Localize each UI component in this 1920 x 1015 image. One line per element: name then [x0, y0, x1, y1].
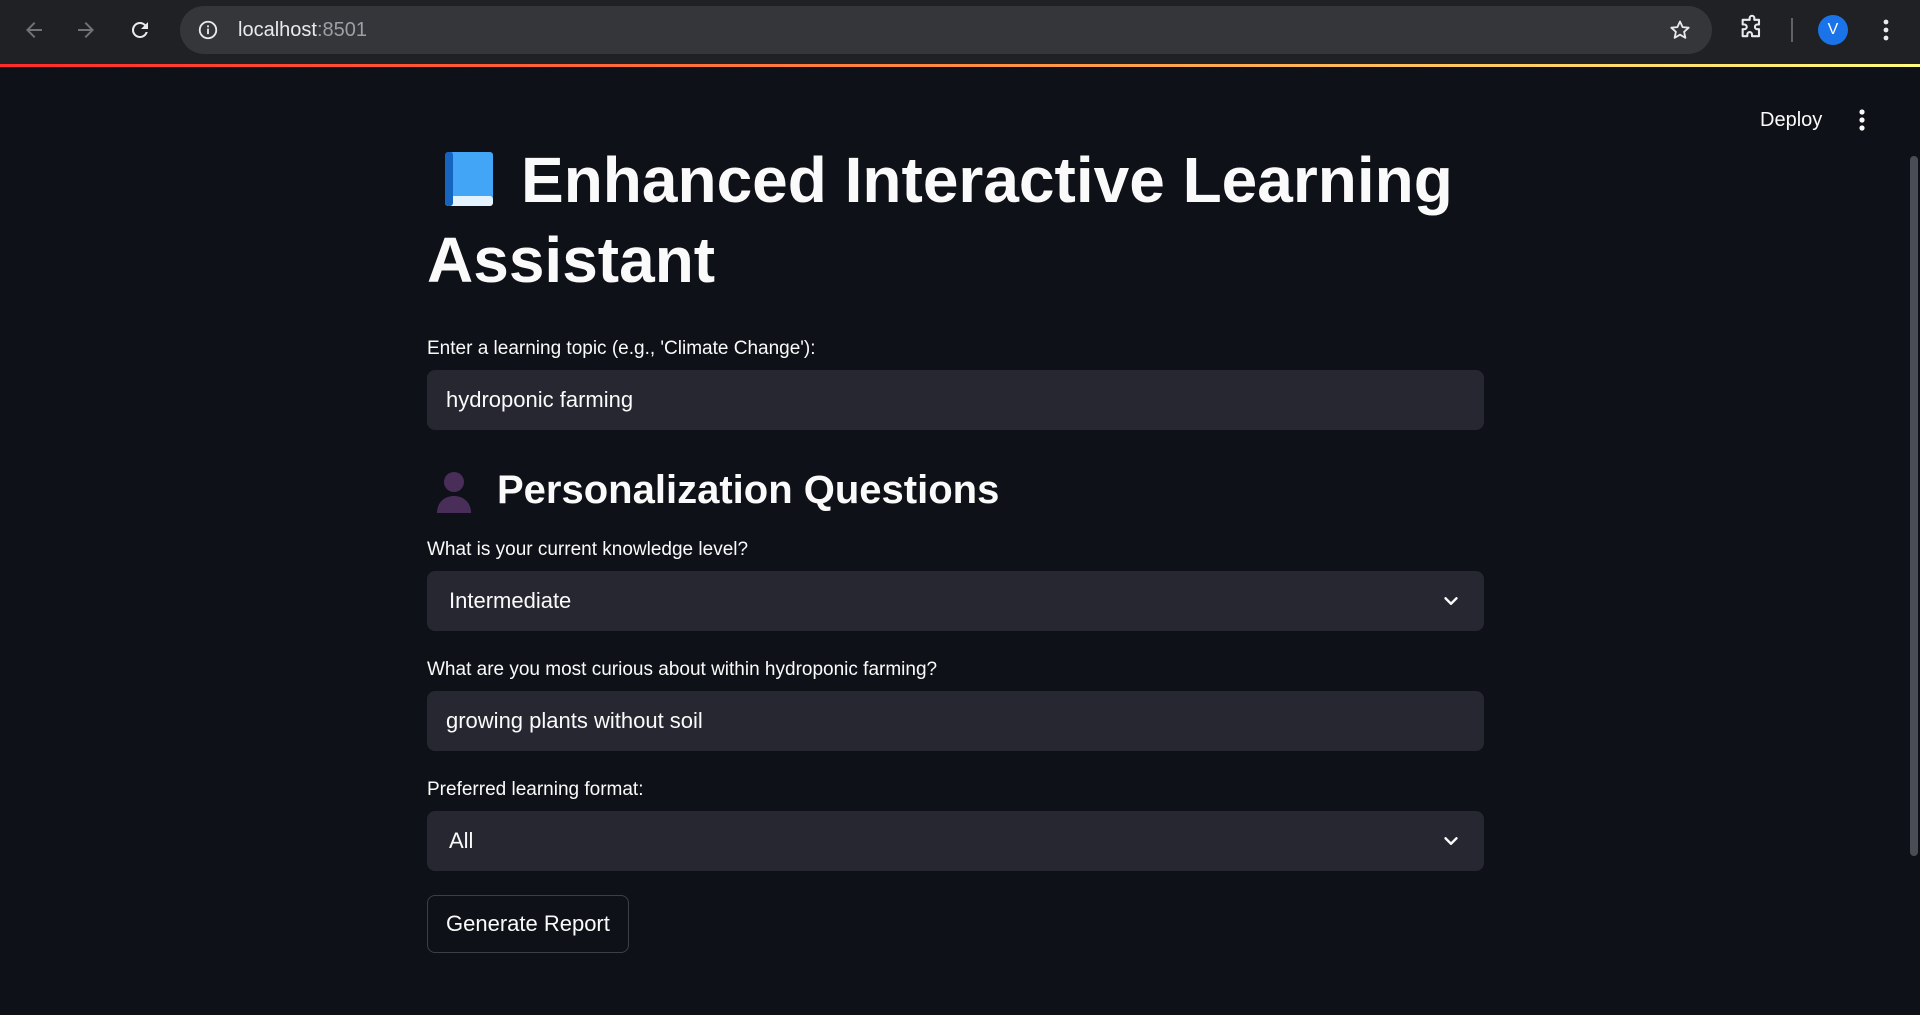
curious-input[interactable]: growing plants without soil [427, 691, 1484, 751]
profile-avatar[interactable]: V [1818, 15, 1848, 45]
curious-input-value: growing plants without soil [446, 708, 703, 733]
reload-icon [131, 21, 148, 38]
url-text: localhost:8501 [238, 19, 367, 42]
curious-label: What are you most curious about within h… [427, 659, 938, 680]
topic-input[interactable]: hydroponic farming [427, 370, 1484, 430]
extensions-icon[interactable] [1738, 14, 1766, 42]
app-menu-icon[interactable] [1850, 104, 1874, 136]
section-title: Personalization Questions [427, 468, 1484, 513]
chrome-menu-icon[interactable] [1874, 14, 1898, 46]
forward-arrow-icon [78, 22, 94, 38]
chevron-down-icon [1444, 597, 1458, 605]
format-select-value: All [449, 828, 474, 853]
knowledge-select-value: Intermediate [449, 588, 572, 613]
forward-button[interactable] [68, 12, 104, 48]
address-bar[interactable]: localhost:8501 [180, 6, 1712, 54]
knowledge-label: What is your current knowledge level? [427, 539, 749, 560]
topic-label: Enter a learning topic (e.g., 'Climate C… [427, 338, 816, 359]
browser-toolbar: localhost:8501 V [0, 0, 1920, 64]
format-select[interactable]: All [427, 811, 1484, 871]
main-content: Enhanced Interactive Learning Assistant … [427, 140, 1484, 953]
book-icon [445, 152, 493, 206]
format-label: Preferred learning format: [427, 779, 644, 800]
star-icon[interactable] [1668, 18, 1692, 42]
reload-button[interactable] [122, 12, 158, 48]
generate-report-button[interactable]: Generate Report [427, 895, 629, 953]
person-icon [437, 471, 471, 513]
deploy-button[interactable]: Deploy [1748, 102, 1834, 138]
back-button[interactable] [16, 12, 52, 48]
site-info-icon[interactable] [196, 18, 220, 42]
knowledge-select[interactable]: Intermediate [427, 571, 1484, 631]
topic-input-value: hydroponic farming [446, 387, 634, 412]
url-port: :8501 [316, 18, 367, 41]
page-title: Enhanced Interactive Learning Assistant [427, 140, 1484, 300]
page-scrollbar[interactable] [1910, 156, 1918, 856]
app-decoration-bar [0, 64, 1920, 67]
section-title-text: Personalization Questions [497, 468, 1000, 512]
back-arrow-icon [26, 22, 42, 38]
page-title-text: Enhanced Interactive Learning Assistant [427, 144, 1453, 296]
chevron-down-icon [1444, 837, 1458, 845]
url-host: localhost [238, 18, 317, 41]
toolbar-divider [1791, 18, 1793, 42]
